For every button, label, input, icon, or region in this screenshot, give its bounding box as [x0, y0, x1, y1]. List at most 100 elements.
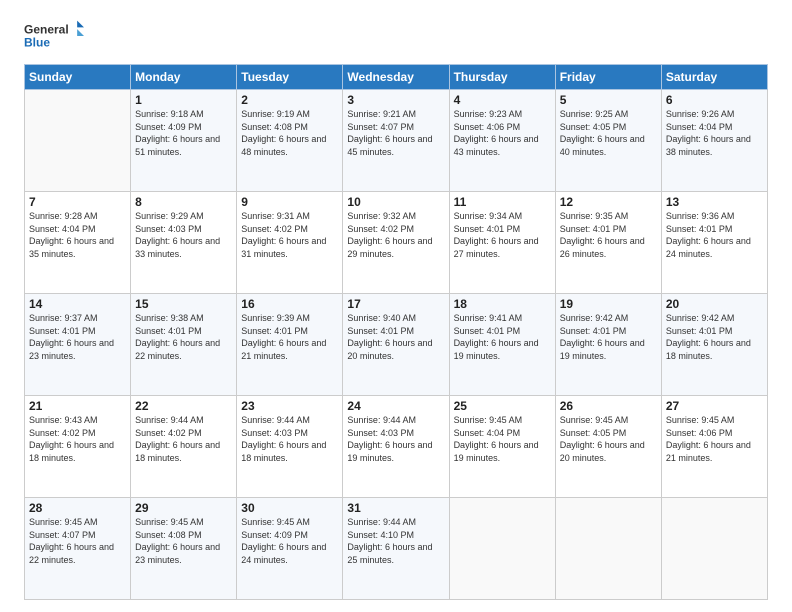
- sunrise-text: Sunrise: 9:38 AM: [135, 312, 232, 325]
- calendar-cell: 5 Sunrise: 9:25 AM Sunset: 4:05 PM Dayli…: [555, 90, 661, 192]
- calendar-cell: [449, 498, 555, 600]
- day-info: Sunrise: 9:44 AM Sunset: 4:03 PM Dayligh…: [241, 414, 338, 464]
- calendar-week-row: 21 Sunrise: 9:43 AM Sunset: 4:02 PM Dayl…: [25, 396, 768, 498]
- day-info: Sunrise: 9:31 AM Sunset: 4:02 PM Dayligh…: [241, 210, 338, 260]
- sunset-text: Sunset: 4:05 PM: [560, 427, 657, 440]
- sunrise-text: Sunrise: 9:36 AM: [666, 210, 763, 223]
- day-info: Sunrise: 9:25 AM Sunset: 4:05 PM Dayligh…: [560, 108, 657, 158]
- sunrise-text: Sunrise: 9:37 AM: [29, 312, 126, 325]
- day-info: Sunrise: 9:36 AM Sunset: 4:01 PM Dayligh…: [666, 210, 763, 260]
- svg-text:General: General: [24, 22, 69, 36]
- sunrise-text: Sunrise: 9:44 AM: [347, 516, 444, 529]
- day-info: Sunrise: 9:23 AM Sunset: 4:06 PM Dayligh…: [454, 108, 551, 158]
- calendar-cell: 7 Sunrise: 9:28 AM Sunset: 4:04 PM Dayli…: [25, 192, 131, 294]
- day-number: 14: [29, 297, 126, 311]
- calendar-cell: 25 Sunrise: 9:45 AM Sunset: 4:04 PM Dayl…: [449, 396, 555, 498]
- header: General Blue: [24, 18, 768, 54]
- logo-svg: General Blue: [24, 18, 84, 54]
- day-info: Sunrise: 9:29 AM Sunset: 4:03 PM Dayligh…: [135, 210, 232, 260]
- sunset-text: Sunset: 4:09 PM: [135, 121, 232, 134]
- day-number: 12: [560, 195, 657, 209]
- calendar-cell: 24 Sunrise: 9:44 AM Sunset: 4:03 PM Dayl…: [343, 396, 449, 498]
- sunset-text: Sunset: 4:02 PM: [347, 223, 444, 236]
- day-number: 21: [29, 399, 126, 413]
- calendar-cell: 26 Sunrise: 9:45 AM Sunset: 4:05 PM Dayl…: [555, 396, 661, 498]
- day-number: 23: [241, 399, 338, 413]
- daylight-text: Daylight: 6 hours and 22 minutes.: [29, 541, 126, 566]
- sunset-text: Sunset: 4:01 PM: [666, 223, 763, 236]
- day-info: Sunrise: 9:37 AM Sunset: 4:01 PM Dayligh…: [29, 312, 126, 362]
- sunset-text: Sunset: 4:01 PM: [241, 325, 338, 338]
- day-info: Sunrise: 9:39 AM Sunset: 4:01 PM Dayligh…: [241, 312, 338, 362]
- calendar-week-row: 7 Sunrise: 9:28 AM Sunset: 4:04 PM Dayli…: [25, 192, 768, 294]
- calendar-cell: 21 Sunrise: 9:43 AM Sunset: 4:02 PM Dayl…: [25, 396, 131, 498]
- daylight-text: Daylight: 6 hours and 33 minutes.: [135, 235, 232, 260]
- daylight-text: Daylight: 6 hours and 45 minutes.: [347, 133, 444, 158]
- daylight-text: Daylight: 6 hours and 19 minutes.: [454, 337, 551, 362]
- day-number: 27: [666, 399, 763, 413]
- daylight-text: Daylight: 6 hours and 18 minutes.: [241, 439, 338, 464]
- calendar-cell: 6 Sunrise: 9:26 AM Sunset: 4:04 PM Dayli…: [661, 90, 767, 192]
- day-number: 18: [454, 297, 551, 311]
- daylight-text: Daylight: 6 hours and 20 minutes.: [560, 439, 657, 464]
- sunset-text: Sunset: 4:01 PM: [560, 223, 657, 236]
- sunrise-text: Sunrise: 9:43 AM: [29, 414, 126, 427]
- sunset-text: Sunset: 4:06 PM: [454, 121, 551, 134]
- day-info: Sunrise: 9:41 AM Sunset: 4:01 PM Dayligh…: [454, 312, 551, 362]
- calendar-cell: 19 Sunrise: 9:42 AM Sunset: 4:01 PM Dayl…: [555, 294, 661, 396]
- daylight-text: Daylight: 6 hours and 22 minutes.: [135, 337, 232, 362]
- sunset-text: Sunset: 4:09 PM: [241, 529, 338, 542]
- day-info: Sunrise: 9:45 AM Sunset: 4:09 PM Dayligh…: [241, 516, 338, 566]
- daylight-text: Daylight: 6 hours and 24 minutes.: [241, 541, 338, 566]
- daylight-text: Daylight: 6 hours and 38 minutes.: [666, 133, 763, 158]
- day-info: Sunrise: 9:44 AM Sunset: 4:10 PM Dayligh…: [347, 516, 444, 566]
- daylight-text: Daylight: 6 hours and 18 minutes.: [135, 439, 232, 464]
- day-info: Sunrise: 9:44 AM Sunset: 4:03 PM Dayligh…: [347, 414, 444, 464]
- day-number: 24: [347, 399, 444, 413]
- sunrise-text: Sunrise: 9:41 AM: [454, 312, 551, 325]
- day-info: Sunrise: 9:45 AM Sunset: 4:04 PM Dayligh…: [454, 414, 551, 464]
- sunset-text: Sunset: 4:06 PM: [666, 427, 763, 440]
- day-number: 31: [347, 501, 444, 515]
- sunrise-text: Sunrise: 9:26 AM: [666, 108, 763, 121]
- daylight-text: Daylight: 6 hours and 29 minutes.: [347, 235, 444, 260]
- calendar-week-row: 28 Sunrise: 9:45 AM Sunset: 4:07 PM Dayl…: [25, 498, 768, 600]
- calendar-cell: 22 Sunrise: 9:44 AM Sunset: 4:02 PM Dayl…: [131, 396, 237, 498]
- sunrise-text: Sunrise: 9:23 AM: [454, 108, 551, 121]
- sunrise-text: Sunrise: 9:42 AM: [666, 312, 763, 325]
- calendar-cell: 3 Sunrise: 9:21 AM Sunset: 4:07 PM Dayli…: [343, 90, 449, 192]
- calendar-cell: 30 Sunrise: 9:45 AM Sunset: 4:09 PM Dayl…: [237, 498, 343, 600]
- day-number: 19: [560, 297, 657, 311]
- sunset-text: Sunset: 4:01 PM: [29, 325, 126, 338]
- sunset-text: Sunset: 4:05 PM: [560, 121, 657, 134]
- calendar-cell: 8 Sunrise: 9:29 AM Sunset: 4:03 PM Dayli…: [131, 192, 237, 294]
- daylight-text: Daylight: 6 hours and 43 minutes.: [454, 133, 551, 158]
- daylight-text: Daylight: 6 hours and 18 minutes.: [666, 337, 763, 362]
- sunrise-text: Sunrise: 9:28 AM: [29, 210, 126, 223]
- day-info: Sunrise: 9:28 AM Sunset: 4:04 PM Dayligh…: [29, 210, 126, 260]
- calendar-cell: 23 Sunrise: 9:44 AM Sunset: 4:03 PM Dayl…: [237, 396, 343, 498]
- svg-text:Blue: Blue: [24, 35, 50, 49]
- day-number: 6: [666, 93, 763, 107]
- sunrise-text: Sunrise: 9:44 AM: [241, 414, 338, 427]
- sunrise-text: Sunrise: 9:34 AM: [454, 210, 551, 223]
- calendar-table: SundayMondayTuesdayWednesdayThursdayFrid…: [24, 64, 768, 600]
- day-info: Sunrise: 9:45 AM Sunset: 4:06 PM Dayligh…: [666, 414, 763, 464]
- day-number: 22: [135, 399, 232, 413]
- sunset-text: Sunset: 4:04 PM: [454, 427, 551, 440]
- calendar-cell: 15 Sunrise: 9:38 AM Sunset: 4:01 PM Dayl…: [131, 294, 237, 396]
- sunset-text: Sunset: 4:01 PM: [454, 223, 551, 236]
- sunrise-text: Sunrise: 9:45 AM: [666, 414, 763, 427]
- calendar-cell: 31 Sunrise: 9:44 AM Sunset: 4:10 PM Dayl…: [343, 498, 449, 600]
- sunset-text: Sunset: 4:10 PM: [347, 529, 444, 542]
- calendar-cell: 28 Sunrise: 9:45 AM Sunset: 4:07 PM Dayl…: [25, 498, 131, 600]
- day-info: Sunrise: 9:42 AM Sunset: 4:01 PM Dayligh…: [560, 312, 657, 362]
- day-info: Sunrise: 9:45 AM Sunset: 4:08 PM Dayligh…: [135, 516, 232, 566]
- calendar-cell: 20 Sunrise: 9:42 AM Sunset: 4:01 PM Dayl…: [661, 294, 767, 396]
- calendar-cell: 18 Sunrise: 9:41 AM Sunset: 4:01 PM Dayl…: [449, 294, 555, 396]
- day-number: 2: [241, 93, 338, 107]
- sunrise-text: Sunrise: 9:18 AM: [135, 108, 232, 121]
- sunset-text: Sunset: 4:08 PM: [135, 529, 232, 542]
- daylight-text: Daylight: 6 hours and 31 minutes.: [241, 235, 338, 260]
- day-info: Sunrise: 9:32 AM Sunset: 4:02 PM Dayligh…: [347, 210, 444, 260]
